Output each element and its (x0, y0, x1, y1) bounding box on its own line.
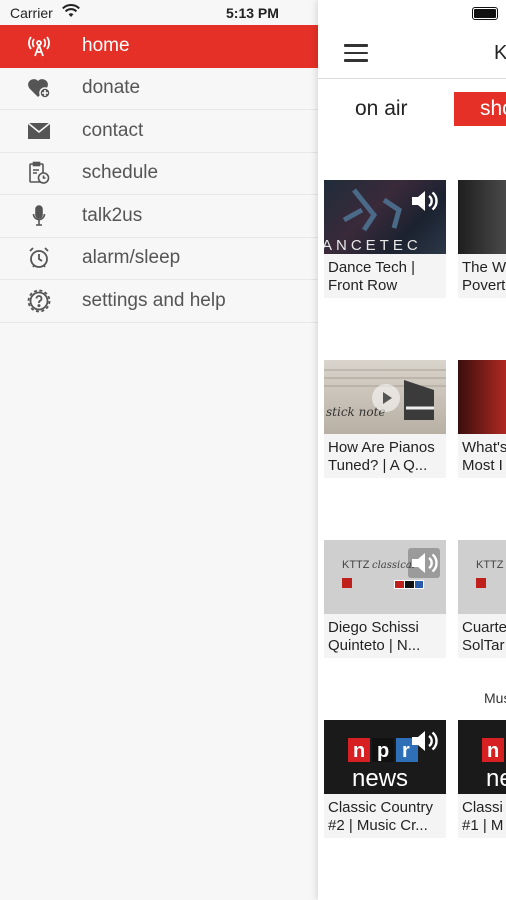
show-card-the-w[interactable]: The W Povert (458, 180, 506, 298)
hamburger-menu-icon[interactable] (344, 44, 368, 62)
page-title: K (494, 42, 506, 64)
show-card-whats[interactable]: What's Most I (458, 360, 506, 478)
show-card-title: How Are Pianos Tuned? | A Q... (328, 439, 435, 474)
menu-item-settings-help[interactable]: settings and help (0, 280, 318, 323)
kttz-logo: KTTZ (342, 559, 370, 571)
menu-item-alarm-sleep[interactable]: alarm/sleep (0, 238, 318, 280)
alarm-clock-icon (26, 245, 52, 271)
npr-logo: n ne (482, 738, 506, 792)
svg-text:n: n (487, 740, 499, 762)
menu-item-schedule[interactable]: schedule (0, 153, 318, 195)
svg-text:ANCETEC: ANCETEC (324, 237, 422, 254)
piano-thumbnail: stick note (324, 360, 446, 434)
gear-question-icon (26, 288, 52, 314)
battery-icon (472, 7, 498, 20)
kttz-classical-thumbnail: KTTZ classical (324, 540, 446, 614)
show-card-title: The W Povert (462, 259, 506, 294)
dance-tech-thumbnail: ANCETEC (324, 180, 446, 254)
clock: 5:13 PM (226, 5, 279, 21)
header-divider (318, 78, 506, 79)
envelope-icon (26, 118, 52, 144)
microphone-icon (26, 203, 52, 229)
lecture-thumbnail (458, 180, 506, 254)
menu-item-label: talk2us (82, 204, 143, 226)
show-card-pianos[interactable]: stick note How Are Pianos Tuned? | A Q..… (324, 360, 446, 478)
menu-item-label: settings and help (82, 289, 226, 311)
wifi-icon (62, 4, 80, 21)
svg-text:n: n (353, 740, 365, 762)
menu-item-home[interactable]: home (0, 25, 318, 68)
svg-text:r: r (402, 740, 410, 762)
kttz-logo: KTTZ (476, 559, 504, 571)
show-card-title: Cuarte SolTar (462, 619, 506, 654)
npr-news-thumbnail: n p r news (324, 720, 446, 794)
drawer-menu: home donate contact schedule talk2us ala… (0, 25, 318, 323)
section-label: Mus (484, 690, 506, 706)
svg-text:news: news (352, 765, 408, 792)
carrier-label: Carrier (10, 5, 53, 21)
show-card-title: Classi #1 | M (462, 799, 504, 834)
menu-item-contact[interactable]: contact (0, 110, 318, 153)
speaker-icon (410, 188, 440, 219)
menu-item-label: contact (82, 119, 144, 141)
menu-item-label: alarm/sleep (82, 247, 181, 269)
speaker-icon (410, 728, 440, 759)
show-card-title: Dance Tech | Front Row (328, 259, 416, 294)
npr-news-thumbnail: n ne (458, 720, 506, 794)
show-card-classic-country-2[interactable]: n p r news Classic Country #2 | Music Cr... (324, 720, 446, 838)
svg-text:p: p (377, 740, 389, 762)
menu-item-talk2us[interactable]: talk2us (0, 195, 318, 238)
show-card-diego-schissi[interactable]: KTTZ classical Diego Schissi Quinteto | N… (324, 540, 446, 658)
show-card-title: Diego Schissi Quinteto | N... (328, 619, 421, 654)
tab-shows[interactable]: sho (454, 92, 506, 126)
status-bar: Carrier 5:13 PM (0, 0, 318, 26)
menu-item-label: home (82, 34, 130, 56)
radio-tower-icon (26, 33, 52, 59)
presenter-thumbnail (458, 360, 506, 434)
svg-text:ne: ne (486, 765, 506, 792)
tab-on-air[interactable]: on air (355, 97, 408, 121)
show-card-dance-tech[interactable]: ANCETEC Dance Tech | Front Row (324, 180, 446, 298)
play-button-icon (372, 384, 400, 412)
speaker-icon (408, 548, 440, 583)
menu-item-label: schedule (82, 162, 159, 184)
show-card-classic-1[interactable]: n ne Classi #1 | M (458, 720, 506, 838)
menu-item-donate[interactable]: donate (0, 68, 318, 110)
heart-plus-icon (26, 75, 52, 101)
show-card-title: What's Most I (462, 439, 506, 474)
main-content: K on air sho ANCETEC Dance Tech | Front … (318, 0, 506, 900)
show-card-cuarte[interactable]: KTTZ Cuarte SolTar (458, 540, 506, 658)
menu-item-label: donate (82, 77, 141, 99)
show-card-title: Classic Country #2 | Music Cr... (328, 799, 434, 834)
side-drawer: Carrier 5:13 PM home donate contact sche… (0, 0, 318, 900)
kttz-classical-thumbnail: KTTZ (458, 540, 506, 614)
clipboard-clock-icon (26, 160, 52, 186)
